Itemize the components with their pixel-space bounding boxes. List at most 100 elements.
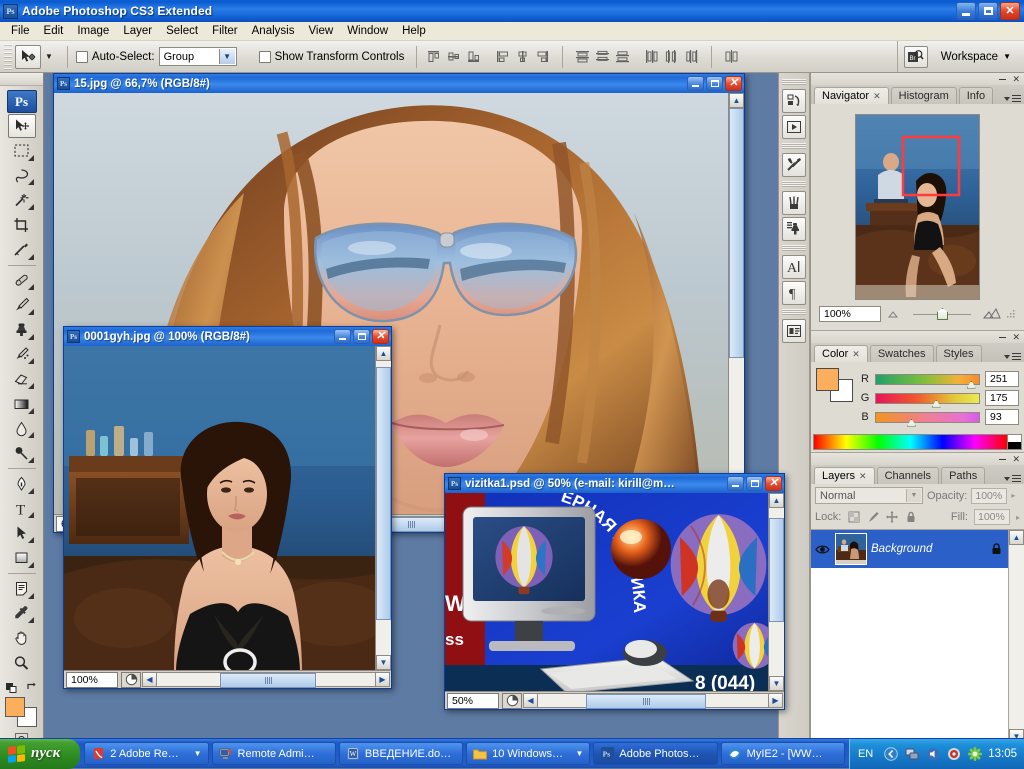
close-icon[interactable]: ✕ [852, 349, 860, 360]
opacity-value[interactable]: 100% [971, 487, 1008, 504]
slider-knob[interactable] [937, 308, 948, 320]
scroll-right-button[interactable]: ▶ [375, 672, 390, 687]
layer-list[interactable]: Background ▲ ▼ [811, 529, 1024, 745]
navigator-zoom-slider[interactable] [907, 307, 977, 321]
layer-visibility-icon[interactable] [813, 544, 831, 555]
panel-close-icon[interactable]: ✕ [1012, 454, 1020, 464]
taskbar-item-myie2[interactable]: MyIE2 - [WW… [720, 742, 845, 765]
lock-transparent-pixels-icon[interactable] [847, 511, 860, 524]
align-right-edges-icon[interactable] [534, 48, 551, 65]
paragraph-panel-icon[interactable]: ¶ [782, 281, 806, 305]
taskbar-item-adobe-reader[interactable]: 2 Adobe Re… ▼ [84, 742, 209, 765]
move-tool-icon[interactable] [15, 44, 41, 69]
layer-row-background[interactable]: Background [811, 530, 1024, 568]
crop-tool[interactable] [8, 213, 36, 237]
tab-channels[interactable]: Channels [876, 467, 940, 484]
color-spectrum-ramp[interactable] [813, 434, 1022, 450]
horizontal-type-tool[interactable]: T [8, 497, 36, 521]
vertical-scroll-thumb[interactable] [729, 108, 744, 359]
zoom-level-field[interactable]: 50% [447, 692, 499, 709]
panel-menu-button[interactable] [1004, 95, 1021, 102]
notes-tool[interactable] [8, 577, 36, 601]
panel-close-icon[interactable]: ✕ [1012, 332, 1020, 342]
taskbar-item-remote-admin[interactable]: Remote Admi… [211, 742, 336, 765]
slider-knob[interactable] [966, 380, 976, 389]
tab-histogram[interactable]: Histogram [890, 87, 957, 104]
eraser-tool[interactable] [8, 367, 36, 391]
fill-value[interactable]: 100% [973, 509, 1010, 525]
navigator-zoom-field[interactable]: 100% [819, 306, 881, 322]
scroll-up-button[interactable]: ▲ [729, 93, 744, 108]
panel-resize-grip[interactable] [1007, 309, 1016, 319]
document-title-bar[interactable]: Ps vizitka1.psd @ 50% (e-mail: kirill@m…… [445, 474, 784, 493]
panel-minimize-icon[interactable] [999, 336, 1007, 338]
document-title-bar[interactable]: Ps 15.jpg @ 66,7% (RGB/8#) ✕ [54, 74, 744, 93]
align-bottom-edges-icon[interactable] [465, 48, 482, 65]
horizontal-scroll-thumb[interactable] [220, 673, 317, 688]
zoom-level-field[interactable]: 100% [66, 671, 118, 688]
panel-menu-button[interactable] [1004, 475, 1021, 482]
align-left-edges-icon[interactable] [494, 48, 511, 65]
tab-navigator[interactable]: Navigator ✕ [814, 87, 889, 104]
language-indicator[interactable]: EN [858, 748, 873, 760]
update-icon[interactable] [967, 746, 982, 761]
scroll-down-button[interactable]: ▼ [769, 676, 784, 691]
document-maximize-button[interactable] [706, 76, 723, 91]
blur-tool[interactable] [8, 417, 36, 441]
layer-thumbnail[interactable] [835, 533, 867, 565]
menu-item-window[interactable]: Window [340, 23, 395, 39]
panel-minimize-icon[interactable] [999, 78, 1007, 80]
horizontal-scroll-thumb[interactable] [586, 694, 706, 709]
menu-item-analysis[interactable]: Analysis [245, 23, 302, 39]
foreground-color-swatch[interactable] [816, 368, 839, 391]
network-icon[interactable] [904, 746, 919, 761]
tab-styles[interactable]: Styles [935, 345, 982, 362]
tool-presets-icon[interactable] [782, 153, 806, 177]
tab-info[interactable]: Info [958, 87, 994, 104]
vertical-scroll-track[interactable] [1009, 545, 1024, 729]
zoom-out-icon[interactable] [887, 309, 901, 319]
lock-image-pixels-icon[interactable] [866, 511, 879, 524]
tool-preset-chevron-icon[interactable]: ▼ [45, 52, 53, 61]
foreground-color-swatch[interactable] [4, 697, 25, 718]
show-hidden-icons[interactable] [883, 746, 898, 761]
dodge-tool[interactable] [8, 441, 36, 465]
start-button[interactable]: пуск [0, 738, 81, 769]
document-minimize-button[interactable] [727, 476, 744, 491]
close-icon[interactable]: ✕ [873, 91, 881, 102]
panel-minimize-icon[interactable] [999, 458, 1007, 460]
layer-name[interactable]: Background [871, 543, 987, 555]
menu-item-file[interactable]: File [4, 23, 37, 39]
document-vertical-scrollbar[interactable]: ▲ ▼ [375, 346, 391, 670]
blue-slider[interactable] [875, 411, 980, 427]
default-colors-icon[interactable] [5, 680, 19, 694]
history-brush-tool[interactable] [8, 343, 36, 367]
green-slider[interactable] [875, 392, 980, 408]
clone-source-icon[interactable] [782, 217, 806, 241]
dock-grip[interactable] [782, 181, 806, 187]
document-maximize-button[interactable] [353, 329, 370, 344]
scroll-down-button[interactable]: ▼ [376, 655, 391, 670]
dock-grip[interactable] [782, 143, 806, 149]
document-horizontal-scrollbar[interactable]: ◀ ▶ [142, 672, 390, 688]
layers-vertical-scrollbar[interactable]: ▲ ▼ [1008, 530, 1024, 744]
document-maximize-button[interactable] [746, 476, 763, 491]
slider-knob[interactable] [931, 399, 941, 408]
taskbar-item-windows-folder[interactable]: 10 Windows… ▼ [466, 742, 591, 765]
foreground-background-colors[interactable] [4, 697, 39, 728]
magic-wand-tool[interactable] [8, 188, 36, 212]
spectrum-bar[interactable] [814, 435, 1007, 449]
distribute-top-edges-icon[interactable] [574, 48, 591, 65]
tab-layers[interactable]: Layers ✕ [814, 467, 875, 484]
green-value[interactable]: 175 [985, 390, 1019, 406]
menu-item-filter[interactable]: Filter [205, 23, 245, 39]
menu-item-layer[interactable]: Layer [116, 23, 159, 39]
character-panel-icon[interactable]: A [782, 255, 806, 279]
scroll-up-button[interactable]: ▲ [1009, 530, 1024, 545]
close-icon[interactable]: ✕ [859, 471, 867, 482]
tab-swatches[interactable]: Swatches [869, 345, 934, 362]
workspace-button[interactable]: Workspace ▼ [936, 48, 1016, 66]
horizontal-scroll-track[interactable] [538, 693, 768, 709]
actions-panel-icon[interactable] [782, 115, 806, 139]
red-value[interactable]: 251 [985, 371, 1019, 387]
